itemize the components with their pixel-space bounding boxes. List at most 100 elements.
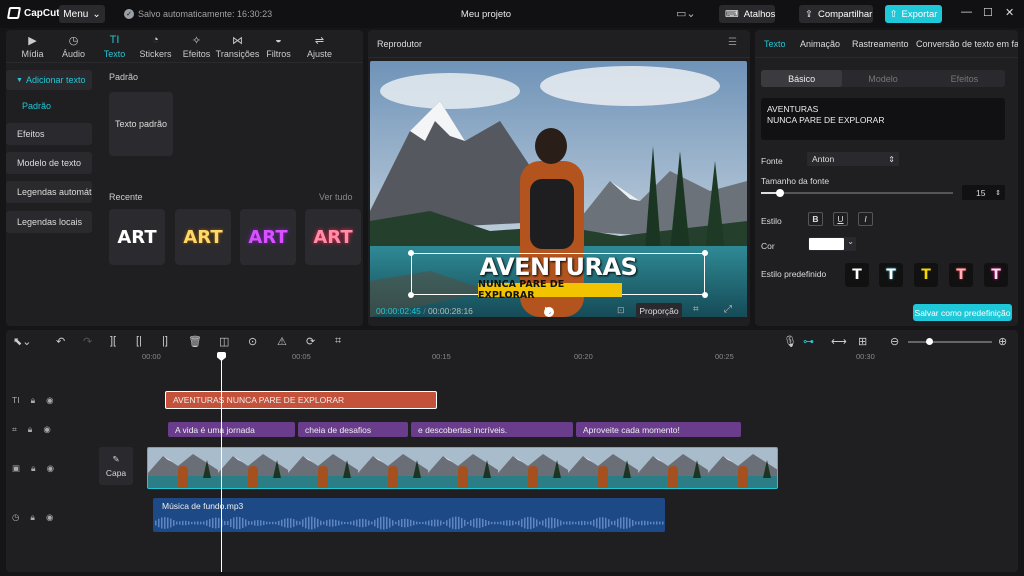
share-button[interactable]: ⇪ Compartilhar — [799, 5, 873, 23]
crop-icon[interactable]: ⌗ — [335, 335, 341, 348]
menu-button[interactable]: Menu ⌄ — [59, 5, 105, 23]
italic-button[interactable]: I — [858, 212, 873, 226]
fullscreen-icon[interactable]: ⤢ — [724, 304, 732, 315]
sidebar-item-local-captions[interactable]: Legendas locais — [6, 211, 92, 233]
speed-icon[interactable]: ⊙ — [248, 335, 257, 348]
see-all-link[interactable]: Ver tudo — [319, 192, 353, 202]
undo-icon[interactable]: ↶ — [56, 335, 65, 348]
font-size-slider[interactable] — [761, 189, 953, 197]
zoom-slider-knob[interactable] — [926, 338, 933, 345]
sidebar-item-auto-captions[interactable]: Legendas automát — [6, 181, 92, 203]
aspect-ratio-button[interactable]: Proporção — [636, 303, 682, 318]
font-select[interactable]: Anton ⇕ — [807, 152, 899, 166]
stepper-icon[interactable]: ⇕ — [995, 189, 1001, 197]
link-icon[interactable]: ⊶ — [803, 335, 814, 348]
tab-filters[interactable]: ◒ Filtros — [258, 30, 299, 62]
tab-adjust[interactable]: ⇌ Ajuste — [299, 30, 340, 62]
art-preset-gold[interactable]: ART — [175, 209, 231, 265]
sidebar-item-text-template[interactable]: Modelo de texto — [6, 152, 92, 174]
video-preview[interactable]: AVENTURAS NUNCA PARE DE EXPLORAR ↻ — [370, 61, 747, 317]
waveform-bar — [371, 521, 373, 525]
resize-handle-br[interactable] — [702, 292, 708, 298]
caption-clip-3[interactable]: e descobertas incríveis. — [411, 422, 573, 437]
split-left-icon[interactable]: [| — [136, 335, 142, 347]
zoom-in-icon[interactable]: ⊕ — [998, 335, 1007, 348]
tab-media[interactable]: ▶ Mídia — [12, 30, 53, 62]
crop-view-icon[interactable]: ⌗ — [693, 304, 699, 315]
preset-style-5[interactable]: T — [984, 263, 1008, 287]
lock-icon[interactable]: 🔒︎ — [28, 424, 33, 435]
default-text-card[interactable]: Texto padrão — [109, 92, 173, 156]
caption-clip-4[interactable]: Aproveite cada momento! — [576, 422, 741, 437]
lock-icon[interactable]: 🔒︎ — [31, 463, 36, 474]
segment-template[interactable]: Modelo — [842, 70, 923, 87]
preset-style-1[interactable]: T — [845, 263, 869, 287]
zoom-out-icon[interactable]: ⊖ — [890, 335, 899, 348]
preset-style-3[interactable]: T — [914, 263, 938, 287]
preset-style-2[interactable]: T — [879, 263, 903, 287]
font-size-input[interactable]: 15 ⇕ — [962, 185, 1005, 200]
preview-axis-icon[interactable]: ⊞ — [858, 335, 867, 348]
segment-basic[interactable]: Básico — [761, 70, 843, 87]
sidebar-item-default[interactable]: Padrão — [22, 101, 51, 111]
eye-icon[interactable]: ◉ — [47, 463, 54, 474]
title-text-clip[interactable]: AVENTURAS NUNCA PARE DE EXPLORAR — [165, 391, 437, 409]
play-icon[interactable]: ▶ — [545, 304, 553, 317]
resize-handle-bl[interactable] — [408, 292, 414, 298]
video-clip[interactable] — [147, 447, 778, 489]
caption-clip-2[interactable]: cheia de desafios — [298, 422, 408, 437]
split-icon[interactable]: ][ — [110, 335, 116, 347]
tab-effects[interactable]: ✧ Efeitos — [176, 30, 217, 62]
select-tool-icon[interactable]: ⬉⌄ — [13, 335, 31, 348]
freeze-icon[interactable]: ◫ — [219, 335, 229, 348]
export-button[interactable]: ⇧ Exportar — [885, 5, 942, 23]
playhead[interactable] — [221, 354, 222, 572]
redo-icon[interactable]: ↷ — [83, 335, 92, 348]
eye-icon[interactable]: ◉ — [43, 424, 50, 435]
underline-button[interactable]: U — [833, 212, 848, 226]
eye-icon[interactable]: ◉ — [46, 512, 53, 523]
sidebar-item-effects[interactable]: Efeitos — [6, 123, 92, 145]
tab-tracking[interactable]: Rastreamento — [852, 39, 909, 49]
color-picker[interactable]: ⌄ — [808, 237, 856, 251]
audio-clip[interactable]: Música de fundo.mp3 — [153, 498, 665, 532]
caption-clip-1[interactable]: A vida é uma jornada — [168, 422, 295, 437]
eye-icon[interactable]: ◉ — [46, 395, 53, 406]
tab-text-props[interactable]: Texto — [764, 39, 786, 49]
tab-animation[interactable]: Animação — [800, 39, 840, 49]
close-icon[interactable]: ✕ — [1005, 6, 1014, 19]
tab-text[interactable]: TI Texto — [94, 30, 135, 62]
font-size-slider-knob[interactable] — [776, 189, 785, 197]
rotate-icon[interactable]: ⟳ — [306, 335, 315, 348]
bold-button[interactable]: B — [808, 212, 823, 226]
tab-stickers[interactable]: ◔ Stickers — [135, 30, 176, 62]
mic-icon[interactable]: 🎙 — [783, 335, 797, 348]
tab-transitions[interactable]: ⋈ Transições — [216, 30, 260, 62]
cover-button[interactable]: ✎ Capa — [99, 447, 133, 485]
segment-effects[interactable]: Efeitos — [924, 70, 1005, 87]
layout-icon[interactable]: ▭⌄ — [676, 7, 696, 20]
mirror-icon[interactable]: ⚠ — [277, 335, 287, 348]
tab-text-to-speech[interactable]: Conversão de texto em fala — [916, 39, 1018, 49]
tab-audio[interactable]: ◷ Áudio — [53, 30, 94, 62]
preset-style-4[interactable]: T — [949, 263, 973, 287]
delete-icon[interactable]: 🗑 — [188, 335, 202, 348]
text-content-input[interactable]: AVENTURAS NUNCA PARE DE EXPLORAR — [761, 98, 1005, 140]
total-time: 00:00:28:16 — [428, 306, 473, 316]
maximize-icon[interactable]: ☐ — [983, 6, 993, 19]
snap-icon[interactable]: ⟷ — [831, 335, 847, 348]
add-text-button[interactable]: ▼ Adicionar texto — [6, 70, 92, 90]
save-preset-button[interactable]: Salvar como predefinição — [913, 304, 1012, 321]
art-preset-white[interactable]: ART — [109, 209, 165, 265]
minimize-icon[interactable]: — — [961, 6, 972, 18]
fullscreen-preview-icon[interactable]: ⊡ — [617, 305, 625, 316]
player-menu-icon[interactable]: ☰ — [728, 37, 737, 48]
art-preset-purple[interactable]: ART — [240, 209, 296, 265]
waveform-bar — [263, 520, 265, 526]
zoom-slider[interactable] — [908, 338, 992, 345]
split-right-icon[interactable]: |] — [162, 335, 168, 347]
art-preset-pink[interactable]: ART — [305, 209, 361, 265]
shortcuts-button[interactable]: ⌨ Atalhos — [719, 5, 775, 23]
lock-icon[interactable]: 🔒︎ — [31, 395, 36, 406]
lock-icon[interactable]: 🔒︎ — [30, 512, 35, 523]
